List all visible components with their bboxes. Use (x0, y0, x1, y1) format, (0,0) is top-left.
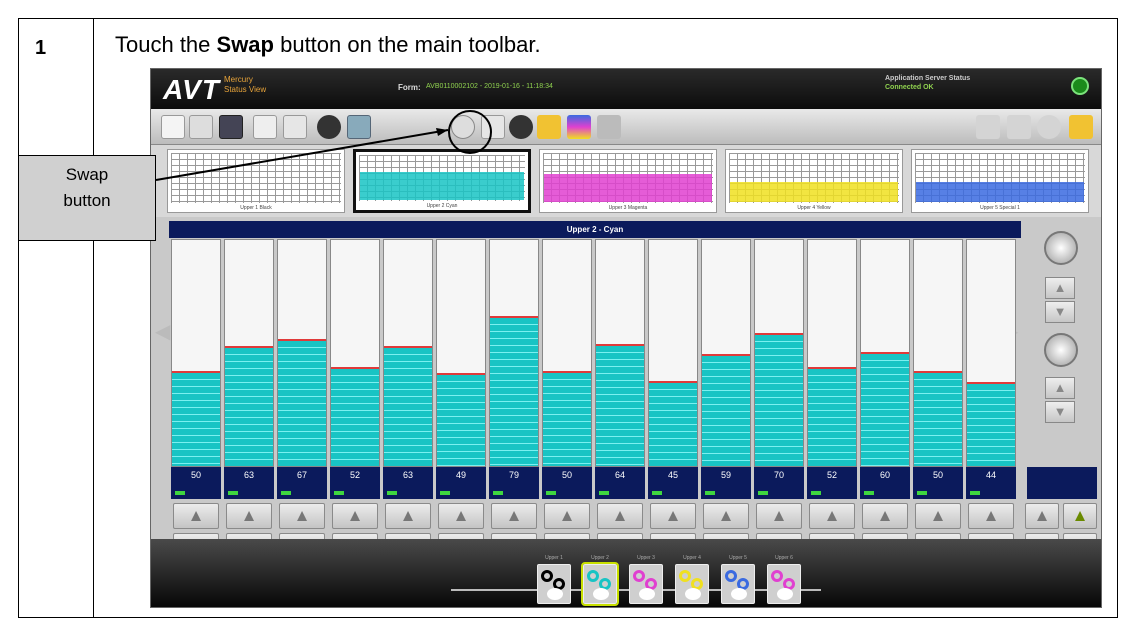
callout-pointer (155, 128, 449, 181)
